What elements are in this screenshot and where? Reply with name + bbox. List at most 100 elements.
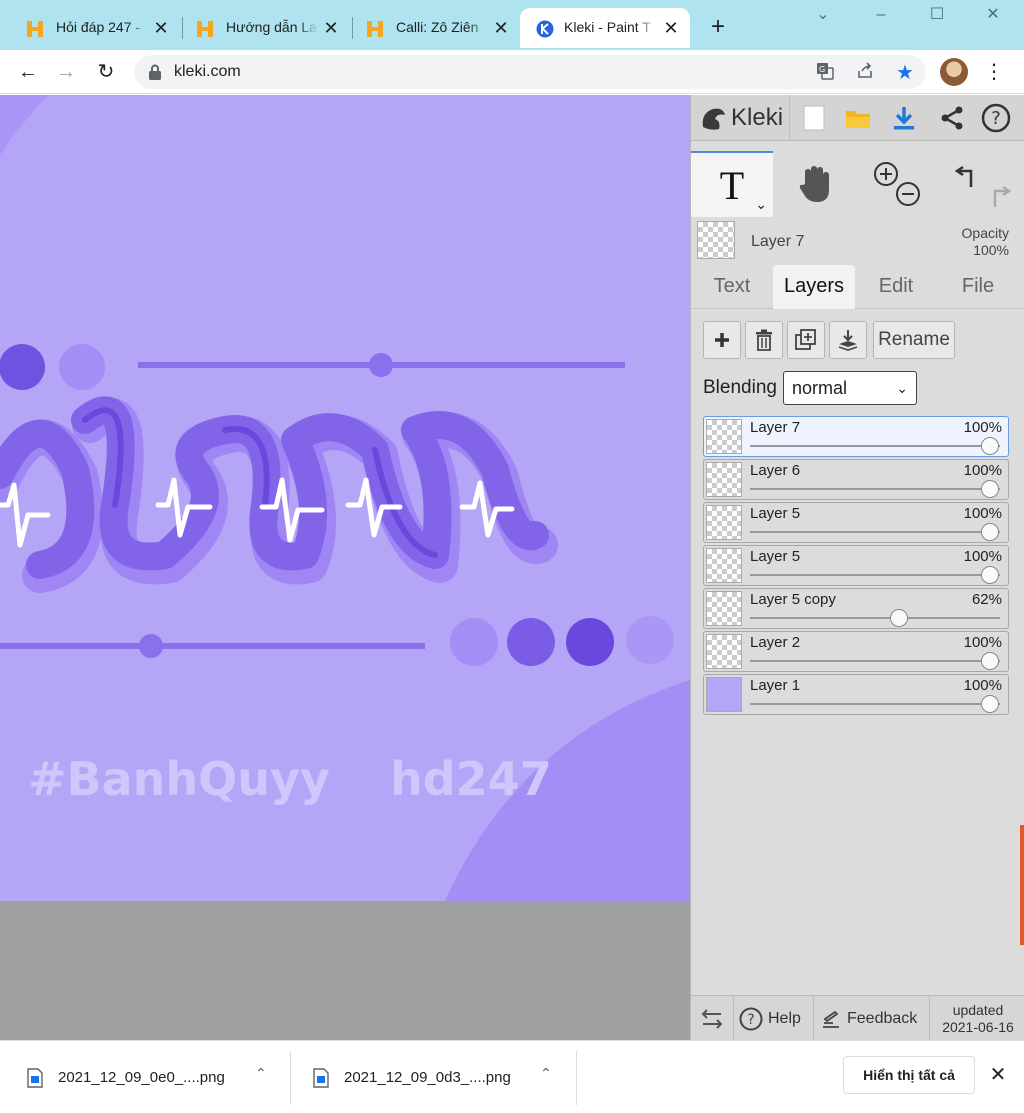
- opacity-slider-handle[interactable]: [981, 695, 999, 713]
- rename-layer-button[interactable]: Rename: [873, 321, 955, 359]
- back-arrow-icon[interactable]: ←: [14, 58, 42, 86]
- download-icon[interactable]: [887, 101, 921, 135]
- browser-tab-title: Hướng dẫn La: [226, 19, 317, 35]
- share-page-icon[interactable]: [854, 62, 876, 84]
- layer-opacity: 100%: [963, 462, 1002, 479]
- help-circle-icon: ?: [739, 1007, 763, 1030]
- feedback-pencil-icon: [823, 1010, 839, 1028]
- kleki-logo[interactable]: Kleki: [699, 101, 783, 135]
- swap-sides-button[interactable]: [699, 996, 725, 1041]
- opacity-slider-handle[interactable]: [981, 652, 999, 670]
- show-all-downloads-button[interactable]: Hiển thị tất cả: [843, 1056, 975, 1094]
- tab-file[interactable]: File: [945, 265, 1011, 309]
- opacity-slider-handle[interactable]: [981, 480, 999, 498]
- opacity-slider-handle[interactable]: [981, 523, 999, 541]
- blending-select[interactable]: normal ⌄: [782, 371, 917, 405]
- address-bar[interactable]: kleki.com G ★: [134, 55, 926, 89]
- tab-layers[interactable]: Layers: [773, 265, 855, 309]
- translate-icon[interactable]: G: [814, 62, 836, 84]
- help-circle-icon[interactable]: ?: [979, 101, 1013, 135]
- chevron-down-icon[interactable]: ⌄: [755, 196, 767, 213]
- canvas-area[interactable]: #BanhQuyy hd247: [0, 95, 690, 1040]
- chevron-up-icon[interactable]: ⌃: [540, 1065, 552, 1082]
- maximize-icon[interactable]: ☐: [922, 4, 952, 28]
- divider: [813, 996, 814, 1041]
- browser-toolbar: ← → ↻ kleki.com G ★ ⋮: [0, 50, 1024, 94]
- delete-layer-button[interactable]: [745, 321, 783, 359]
- layer-row[interactable]: Layer 2 100%: [703, 631, 1009, 672]
- download-item-2[interactable]: 2021_12_09_0d3_....png: [312, 1041, 511, 1113]
- browser-tab-title: Kleki - Paint T: [564, 19, 651, 35]
- browser-menu-icon[interactable]: ⋮: [984, 58, 1004, 86]
- blending-value: normal: [791, 378, 847, 398]
- share-icon[interactable]: [935, 101, 969, 135]
- opacity-slider-track[interactable]: [750, 488, 1000, 490]
- reload-icon[interactable]: ↻: [92, 58, 120, 86]
- tool-row: T ⌄: [691, 151, 1024, 217]
- browser-tab-1[interactable]: Hỏi đáp 247 - ✕: [0, 8, 180, 48]
- opacity-slider-track[interactable]: [750, 703, 1000, 705]
- lock-icon: [149, 64, 161, 80]
- merge-layer-button[interactable]: [829, 321, 867, 359]
- browser-tab-strip: Hỏi đáp 247 - ✕ Hướng dẫn La ✕ Calli: Zô…: [0, 0, 1024, 50]
- close-icon[interactable]: ✕: [150, 17, 172, 39]
- tab-text[interactable]: Text: [701, 265, 763, 309]
- tab-edit[interactable]: Edit: [863, 265, 929, 309]
- artwork-canvas[interactable]: #BanhQuyy hd247: [0, 95, 690, 901]
- browser-tab-3[interactable]: Calli: Zô Ziên ✕: [340, 8, 520, 48]
- duplicate-layer-button[interactable]: [787, 321, 825, 359]
- layer-row[interactable]: Layer 1 100%: [703, 674, 1009, 715]
- window-close-icon[interactable]: ✕: [978, 4, 1008, 28]
- hoidap-logo-icon: [197, 21, 213, 37]
- layer-row[interactable]: Layer 5 100%: [703, 545, 1009, 586]
- layer-row[interactable]: Layer 6 100%: [703, 459, 1009, 500]
- opacity-slider-track[interactable]: [750, 445, 1000, 447]
- panel-tabs: Text Layers Edit File: [691, 265, 1024, 309]
- blending-row: Blending normal ⌄: [703, 371, 917, 405]
- opacity-slider-handle[interactable]: [981, 566, 999, 584]
- download-filename: 2021_12_09_0d3_....png: [344, 1069, 511, 1086]
- layer-row[interactable]: Layer 5 100%: [703, 502, 1009, 543]
- feedback-button[interactable]: Feedback: [821, 996, 917, 1041]
- close-icon[interactable]: ✕: [320, 17, 342, 39]
- close-shelf-icon[interactable]: ✕: [986, 1063, 1010, 1087]
- chevron-up-icon[interactable]: ⌃: [255, 1065, 267, 1082]
- add-layer-button[interactable]: [703, 321, 741, 359]
- open-folder-icon[interactable]: [841, 101, 875, 135]
- divider: [929, 996, 930, 1041]
- layer-row[interactable]: Layer 5 copy 62%: [703, 588, 1009, 629]
- download-item-1[interactable]: 2021_12_09_0e0_....png: [26, 1041, 225, 1113]
- image-file-icon: [313, 1067, 329, 1088]
- minimize-icon[interactable]: –: [866, 4, 896, 28]
- close-icon[interactable]: ✕: [660, 17, 682, 39]
- opacity-slider-track[interactable]: [750, 617, 1000, 619]
- new-image-icon[interactable]: [797, 101, 831, 135]
- tab-search-chevron-icon[interactable]: ⌄: [808, 4, 838, 28]
- opacity-value: 100%: [973, 242, 1009, 258]
- divider: [789, 95, 790, 141]
- browser-tab-2[interactable]: Hướng dẫn La ✕: [170, 8, 350, 48]
- opacity-slider-handle[interactable]: [981, 437, 999, 455]
- opacity-slider-track[interactable]: [750, 531, 1000, 533]
- layer-opacity: 100%: [963, 505, 1002, 522]
- browser-tab-4[interactable]: Kleki - Paint T ✕: [520, 8, 690, 48]
- opacity-slider-handle[interactable]: [889, 609, 908, 627]
- help-button[interactable]: ? Help: [739, 996, 801, 1041]
- forward-arrow-icon[interactable]: →: [52, 58, 80, 86]
- kleki-logo-text: Kleki: [731, 104, 784, 131]
- layer-row[interactable]: Layer 7 100%: [703, 416, 1009, 457]
- layer-thumbnail: [706, 634, 742, 669]
- zoom-tool-button[interactable]: [857, 151, 939, 217]
- close-icon[interactable]: ✕: [490, 17, 512, 39]
- avatar[interactable]: [940, 58, 968, 86]
- new-tab-button[interactable]: +: [704, 14, 732, 42]
- opacity-slider-track[interactable]: [750, 574, 1000, 576]
- opacity-slider-track[interactable]: [750, 660, 1000, 662]
- undo-redo-button[interactable]: [941, 151, 1024, 217]
- layer-thumbnail: [706, 505, 742, 540]
- hoidap-logo-icon: [27, 21, 43, 37]
- browser-tab-title: Hỏi đáp 247 -: [56, 19, 141, 35]
- bookmark-star-icon[interactable]: ★: [894, 62, 916, 84]
- text-tool-button[interactable]: T ⌄: [691, 151, 773, 217]
- hand-tool-button[interactable]: [775, 151, 855, 217]
